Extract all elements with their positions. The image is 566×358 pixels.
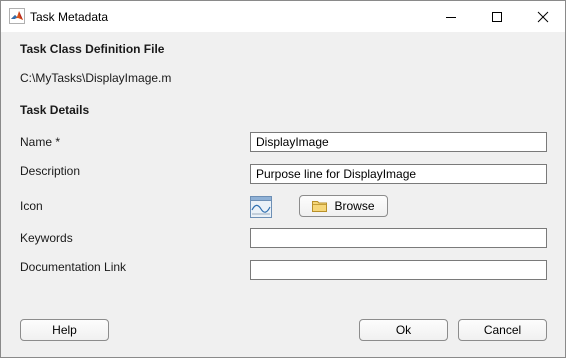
ok-label: Ok — [395, 323, 412, 337]
minimize-icon — [446, 16, 456, 18]
maximize-button[interactable] — [474, 1, 520, 32]
close-button[interactable] — [520, 1, 565, 32]
task-image-icon — [250, 196, 272, 218]
cancel-label: Cancel — [483, 323, 522, 337]
icon-label: Icon — [20, 199, 43, 213]
cancel-button[interactable]: Cancel — [458, 319, 547, 341]
minimize-button[interactable] — [428, 1, 474, 32]
keywords-field[interactable] — [250, 228, 547, 248]
description-field[interactable] — [250, 164, 547, 184]
help-button[interactable]: Help — [20, 319, 109, 341]
close-icon — [537, 11, 549, 22]
maximize-icon — [492, 11, 502, 22]
browse-button[interactable]: Browse — [299, 195, 388, 217]
documentation-link-label: Documentation Link — [20, 260, 127, 274]
task-details-heading: Task Details — [20, 103, 90, 117]
keywords-label: Keywords — [20, 231, 73, 245]
folder-icon — [312, 200, 328, 212]
class-definition-path: C:\MyTasks\DisplayImage.m — [20, 71, 172, 85]
matlab-app-icon — [9, 8, 25, 24]
name-label: Name * — [20, 135, 61, 149]
description-label: Description — [20, 164, 81, 178]
class-definition-heading: Task Class Definition File — [20, 42, 165, 56]
name-field[interactable] — [250, 132, 547, 152]
help-label: Help — [52, 323, 77, 337]
documentation-link-field[interactable] — [250, 260, 547, 280]
browse-label: Browse — [334, 199, 375, 213]
ok-button[interactable]: Ok — [359, 319, 448, 341]
task-metadata-dialog: Task Metadata Task Class Definition File… — [0, 0, 566, 358]
window-title: Task Metadata — [30, 10, 109, 24]
title-bar[interactable]: Task Metadata — [1, 1, 565, 32]
